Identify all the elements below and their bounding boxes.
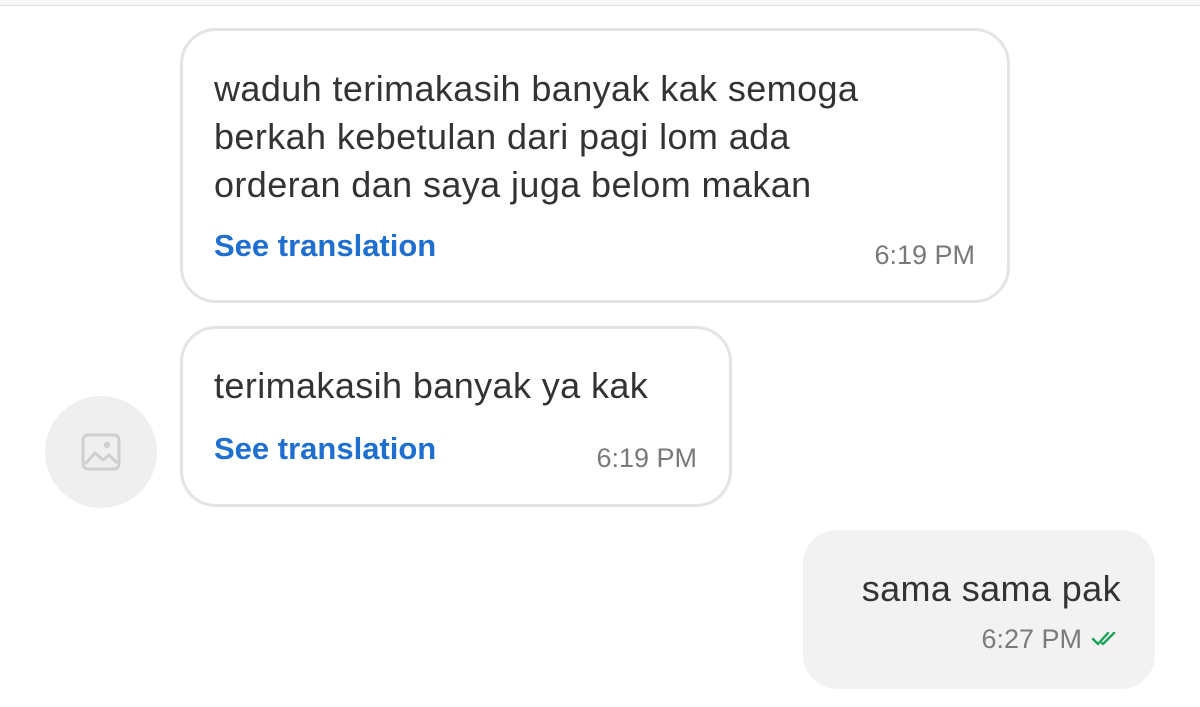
see-translation-link[interactable]: See translation [214,431,436,467]
sender-avatar[interactable] [45,396,157,508]
chat-thread: waduh terimakasih banyak kak semoga berk… [0,0,1200,707]
message-text: waduh terimakasih banyak kak semoga berk… [214,68,859,205]
outgoing-message-bubble[interactable]: sama sama pak 6:27 PM [803,530,1155,689]
message-text: sama sama pak [861,568,1121,609]
double-check-icon [1091,631,1116,646]
incoming-message-bubble[interactable]: terimakasih banyak ya kak See translatio… [180,326,732,507]
message-text: terimakasih banyak ya kak [214,365,649,406]
image-placeholder-icon [81,433,121,471]
message-timestamp: 6:19 PM [874,240,975,270]
incoming-message-bubble[interactable]: waduh terimakasih banyak kak semoga berk… [180,28,1010,303]
header-divider [0,0,1200,6]
see-translation-link[interactable]: See translation [214,228,436,264]
message-timestamp: 6:27 PM [981,624,1082,654]
message-timestamp: 6:19 PM [596,443,697,473]
